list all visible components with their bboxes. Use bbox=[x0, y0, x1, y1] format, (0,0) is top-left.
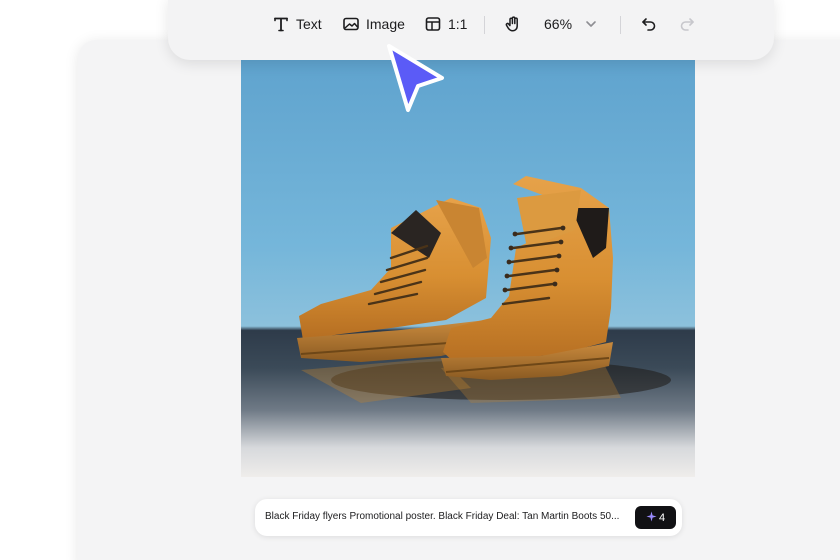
text-icon bbox=[272, 15, 290, 33]
toolbar-divider bbox=[484, 16, 485, 34]
chevron-down-icon bbox=[584, 17, 598, 31]
redo-button[interactable] bbox=[678, 10, 696, 38]
generate-button[interactable]: 4 bbox=[635, 506, 676, 529]
text-tool-button[interactable]: Text bbox=[272, 10, 322, 38]
top-toolbar: Text Image 1:1 66% bbox=[168, 0, 774, 60]
sparkle-icon bbox=[646, 510, 657, 525]
aspect-ratio-button[interactable]: 1:1 bbox=[424, 10, 467, 38]
generate-count: 4 bbox=[658, 511, 666, 524]
prompt-bar[interactable]: Black Friday flyers Promotional poster. … bbox=[255, 499, 682, 536]
pointer-cursor-icon bbox=[380, 40, 452, 116]
redo-icon bbox=[678, 15, 696, 33]
image-tool-button[interactable]: Image bbox=[342, 10, 405, 38]
aspect-ratio-label: 1:1 bbox=[448, 16, 468, 32]
prompt-text[interactable]: Black Friday flyers Promotional poster. … bbox=[265, 511, 625, 522]
layout-icon bbox=[424, 15, 442, 33]
zoom-dropdown[interactable]: 66% bbox=[544, 10, 598, 38]
zoom-level-label: 66% bbox=[544, 16, 573, 32]
text-tool-label: Text bbox=[296, 16, 322, 32]
boots-illustration bbox=[297, 176, 671, 403]
undo-button[interactable] bbox=[640, 10, 658, 38]
image-tool-label: Image bbox=[366, 16, 405, 32]
hand-icon bbox=[504, 15, 522, 33]
pan-tool-button[interactable] bbox=[504, 10, 522, 38]
image-icon bbox=[342, 15, 360, 33]
undo-icon bbox=[640, 15, 658, 33]
toolbar-divider bbox=[620, 16, 621, 34]
canvas-image[interactable] bbox=[241, 58, 695, 477]
